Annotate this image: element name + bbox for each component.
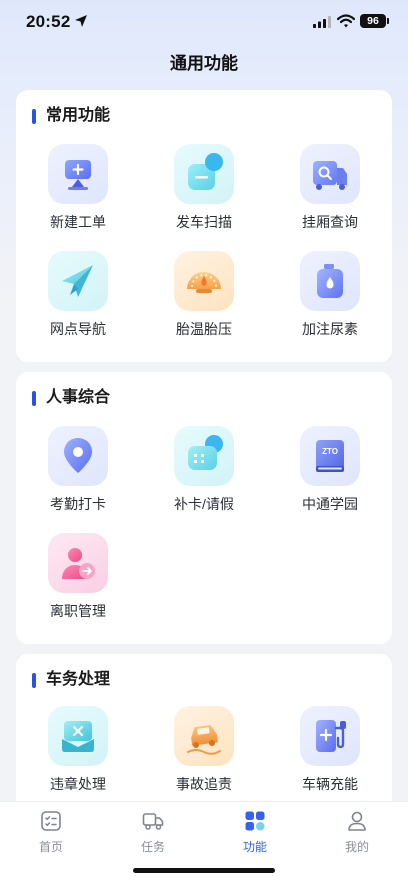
card-supplement-tile	[174, 426, 234, 486]
tire-temp-pressure-button[interactable]: 胎温胎压	[149, 251, 259, 347]
add-urea-tile	[300, 251, 360, 311]
grid-label: 网点导航	[50, 321, 106, 337]
outlet-navigation-tile	[48, 251, 108, 311]
resignation-management-button[interactable]: 离职管理	[23, 533, 133, 629]
battery-tip	[387, 18, 389, 24]
charging-station-icon	[316, 720, 346, 752]
section-accent-bar	[32, 673, 36, 688]
car-accident-icon	[187, 724, 221, 755]
grid-label: 胎温胎压	[176, 321, 232, 337]
departure-scan-button[interactable]: 发车扫描	[149, 144, 259, 240]
zto-academy-tile: ZTO	[300, 426, 360, 486]
status-time: 20:52	[26, 12, 71, 31]
battery-indicator: 96	[360, 14, 386, 28]
gauge-icon	[187, 272, 221, 293]
grid-label: 挂厢查询	[302, 214, 358, 230]
tab-label: 任务	[140, 840, 165, 854]
fluid-can-icon	[317, 264, 343, 298]
section-card-hr: 人事综合 考勤打卡 补卡/请假 ZTO 中通学园 离职管理	[16, 372, 392, 644]
section-accent-bar	[32, 109, 36, 124]
zto-academy-button[interactable]: ZTO 中通学园	[275, 426, 385, 522]
section-title: 车务处理	[46, 671, 111, 688]
home-indicator	[133, 868, 275, 873]
chat-bubble-icon	[188, 435, 223, 470]
monitor-plus-icon	[65, 160, 91, 190]
violation-ticket-icon	[62, 721, 94, 752]
tab-label: 首页	[38, 840, 63, 854]
truck-icon	[142, 813, 164, 830]
grid-label: 加注尿素	[302, 321, 358, 337]
location-arrow-icon	[75, 15, 87, 27]
trailer-search-icon	[313, 161, 347, 190]
grid-label: 补卡/请假	[174, 496, 234, 512]
grid-label: 车辆充能	[302, 776, 358, 792]
person-icon	[348, 811, 366, 831]
page-title: 通用功能	[170, 54, 238, 73]
cellular-signal-icon	[313, 16, 331, 28]
scan-icon	[188, 153, 223, 190]
accident-accountability-button[interactable]: 事故追责	[149, 706, 259, 802]
grid-label: 发车扫描	[176, 214, 232, 230]
apps-grid-icon	[245, 811, 265, 831]
accident-tile	[174, 706, 234, 766]
tab-tasks[interactable]: 任务	[102, 808, 204, 854]
charging-tile	[300, 706, 360, 766]
departure-scan-tile	[174, 144, 234, 204]
resignation-tile	[48, 533, 108, 593]
tab-home[interactable]: 首页	[0, 808, 102, 854]
grid-label: 事故追责	[176, 776, 232, 792]
violation-handling-button[interactable]: 违章处理	[23, 706, 133, 802]
trailer-query-button[interactable]: 挂厢查询	[275, 144, 385, 240]
grid-label: 中通学园	[302, 496, 358, 512]
grid-label: 新建工单	[50, 214, 106, 230]
attendance-clock-in-button[interactable]: 考勤打卡	[23, 426, 133, 522]
tab-label: 功能	[242, 840, 267, 854]
new-work-order-tile	[48, 144, 108, 204]
section-title: 人事综合	[46, 389, 111, 406]
trailer-query-tile	[300, 144, 360, 204]
section-card-common: 常用功能 新建工单 发车扫描 挂厢查询 网点导航 胎温胎压 加注尿素	[16, 90, 392, 362]
card-supplement-leave-button[interactable]: 补卡/请假	[149, 426, 259, 522]
status-bar: 20:52 96	[0, 0, 408, 44]
tab-mine[interactable]: 我的	[306, 808, 408, 854]
grid-label: 考勤打卡	[50, 496, 106, 512]
violation-tile	[48, 706, 108, 766]
tab-functions[interactable]: 功能	[204, 808, 306, 854]
home-list-icon	[41, 811, 61, 831]
section-accent-bar	[32, 391, 36, 406]
grid-label: 违章处理	[50, 776, 106, 792]
outlet-navigation-button[interactable]: 网点导航	[23, 251, 133, 347]
add-urea-button[interactable]: 加注尿素	[275, 251, 385, 347]
grid-label: 离职管理	[50, 603, 106, 619]
new-work-order-button[interactable]: 新建工单	[23, 144, 133, 240]
section-title: 常用功能	[46, 107, 111, 124]
tab-label: 我的	[344, 840, 369, 854]
book-icon: ZTO	[316, 440, 344, 472]
location-pin-icon	[64, 438, 92, 473]
wifi-icon	[337, 14, 355, 28]
section-card-vehicle: 车务处理 违章处理 事故追责 车辆充能	[16, 654, 392, 814]
vehicle-charging-button[interactable]: 车辆充能	[275, 706, 385, 802]
paper-plane-icon	[62, 265, 93, 297]
tire-temp-pressure-tile	[174, 251, 234, 311]
attendance-tile	[48, 426, 108, 486]
zto-badge-text: ZTO	[322, 447, 338, 456]
user-leave-icon	[62, 548, 95, 579]
